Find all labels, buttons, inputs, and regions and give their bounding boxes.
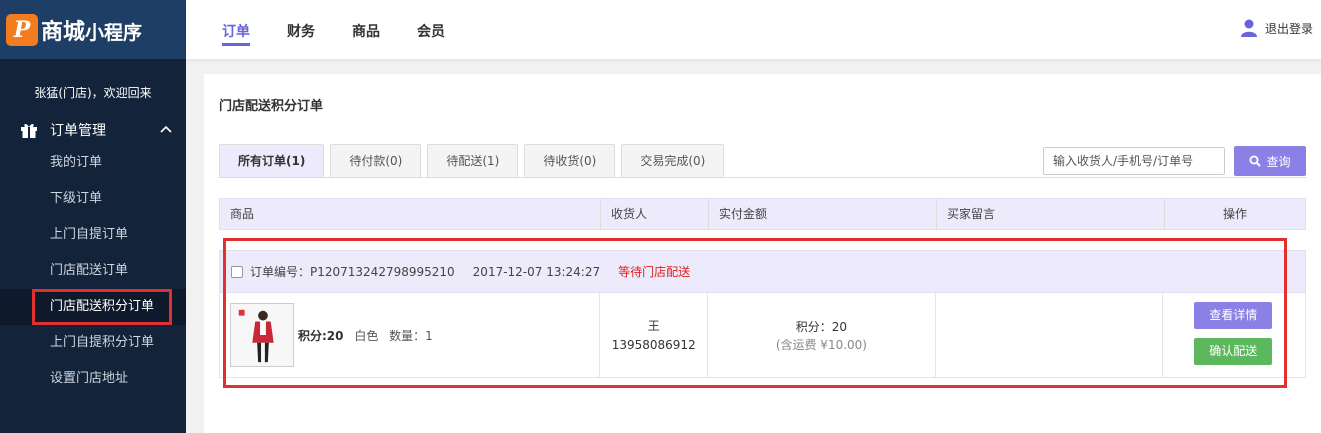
tab-pending-payment[interactable]: 待付款(0)	[330, 144, 422, 178]
logo-text-sub: 小程序	[85, 21, 143, 44]
menu-group-order-management[interactable]: 订单管理	[0, 115, 186, 145]
logo-text-main: 商城	[41, 19, 86, 45]
top-bar: 订单 财务 商品 会员 退出登录	[186, 0, 1321, 59]
column-header-amount: 实付金额	[709, 199, 937, 229]
column-header-actions: 操作	[1222, 207, 1247, 221]
column-header-receiver: 收货人	[601, 199, 709, 229]
sidebar-item-my-orders[interactable]: 我的订单	[0, 145, 186, 181]
tab-pending-delivery[interactable]: 待配送(1)	[427, 144, 519, 178]
sidebar-item-store-address[interactable]: 设置门店地址	[0, 361, 186, 397]
sidebar-item-store-delivery-orders[interactable]: 门店配送订单	[0, 253, 186, 289]
chevron-up-icon	[160, 125, 172, 133]
sidebar-item-pickup-points-orders[interactable]: 上门自提积分订单	[0, 325, 186, 361]
highlight-box	[32, 289, 172, 325]
tabs-divider	[219, 177, 1306, 178]
order-status-tabs: 所有订单(1) 待付款(0) 待配送(1) 待收货(0) 交易完成(0)	[219, 144, 730, 178]
sidebar-item-sub-orders[interactable]: 下级订单	[0, 181, 186, 217]
welcome-message: 张猛(门店)，欢迎回来	[34, 86, 152, 100]
menu-group-label: 订单管理	[50, 123, 106, 139]
logout-button[interactable]: 退出登录	[1240, 19, 1313, 37]
tab-completed[interactable]: 交易完成(0)	[621, 144, 725, 178]
sidebar: P 商城小程序 张猛(门店)，欢迎回来 订单管理 我的订单 下级订单 上门自提订…	[0, 0, 186, 433]
table-header: 商品 收货人 实付金额 买家留言 操作	[219, 198, 1306, 230]
app-logo[interactable]: P 商城小程序	[0, 0, 186, 59]
column-header-goods: 商品	[220, 199, 601, 229]
user-icon	[1240, 19, 1257, 37]
search-input[interactable]	[1043, 147, 1225, 175]
logo-badge-icon: P	[6, 13, 38, 46]
logo-text: 商城小程序	[41, 14, 142, 46]
logout-label: 退出登录	[1264, 21, 1313, 36]
gift-icon	[21, 123, 37, 138]
tab-products[interactable]: 商品	[352, 0, 380, 59]
top-nav: 订单 财务 商品 会员	[222, 0, 482, 59]
column-header-buyer-note: 买家留言	[937, 199, 1165, 229]
tab-members[interactable]: 会员	[417, 0, 445, 59]
tab-finance[interactable]: 财务	[287, 0, 315, 59]
tab-pending-receipt[interactable]: 待收货(0)	[524, 144, 616, 178]
page-title: 门店配送积分订单	[219, 99, 324, 114]
tab-orders[interactable]: 订单	[222, 0, 250, 59]
tab-all-orders[interactable]: 所有订单(1)	[219, 144, 325, 178]
sidebar-item-pickup-orders[interactable]: 上门自提订单	[0, 217, 186, 253]
search-button-label: 查询	[1266, 154, 1291, 169]
search-icon	[1249, 155, 1262, 167]
sidebar-item-store-delivery-points-orders[interactable]: 门店配送积分订单	[0, 289, 186, 325]
search-button[interactable]: 查询	[1234, 146, 1306, 176]
highlight-box	[223, 238, 1287, 388]
